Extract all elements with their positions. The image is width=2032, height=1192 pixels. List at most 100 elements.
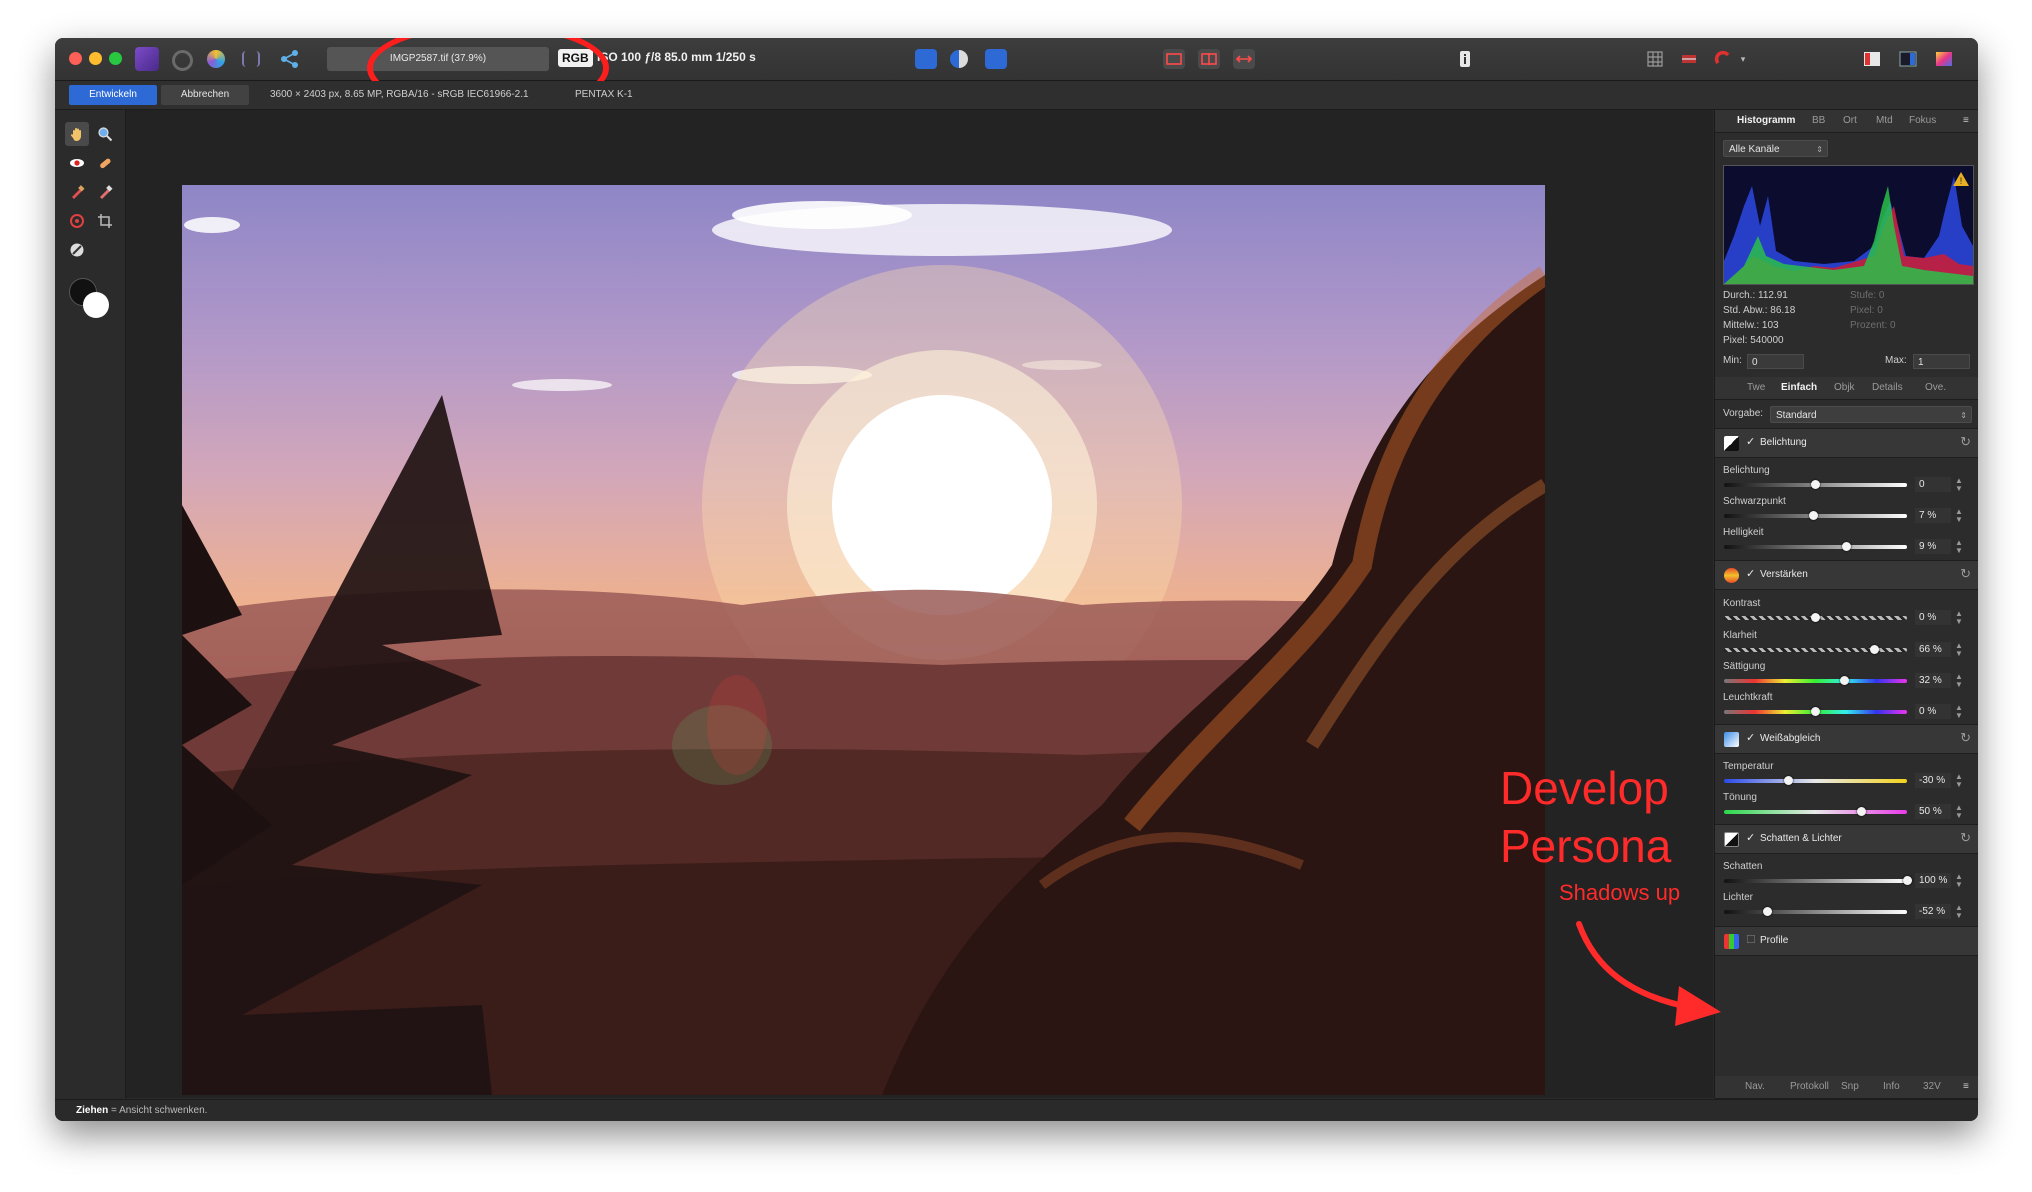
slider-value-input[interactable]: 9 % xyxy=(1915,539,1951,554)
zoom-window-button[interactable] xyxy=(109,52,122,65)
stepper-icon[interactable]: ▲ ▼ xyxy=(1955,539,1963,555)
stepper-icon[interactable]: ▲ ▼ xyxy=(1955,704,1963,720)
saturation-slider[interactable] xyxy=(1724,679,1907,683)
blemish-tool-icon[interactable] xyxy=(93,151,117,175)
cancel-button[interactable]: Abbrechen xyxy=(161,85,249,105)
stepper-icon[interactable]: ▲ ▼ xyxy=(1955,610,1963,626)
stepper-icon[interactable]: ▲ ▼ xyxy=(1955,804,1963,820)
slider-knob[interactable] xyxy=(1856,807,1866,816)
slider-value-input[interactable]: 100 % xyxy=(1915,873,1951,888)
canvas-area[interactable] xyxy=(126,110,1713,1098)
snapping-magnet-icon[interactable] xyxy=(1713,49,1733,69)
develop-button[interactable]: Entwickeln xyxy=(69,85,157,105)
clipping-shadows-icon[interactable] xyxy=(915,49,937,69)
slider-value-input[interactable]: 50 % xyxy=(1915,804,1951,819)
zoom-tool-icon[interactable] xyxy=(93,122,117,146)
crop-tool-icon[interactable] xyxy=(93,209,117,233)
slider-knob[interactable] xyxy=(1811,480,1820,489)
brightness-slider[interactable] xyxy=(1724,545,1907,549)
tab-snapshots[interactable]: Snp xyxy=(1841,1081,1859,1092)
slider-knob[interactable] xyxy=(1811,707,1820,716)
clarity-slider[interactable] xyxy=(1724,648,1907,652)
photo-persona-icon[interactable] xyxy=(135,47,159,71)
section-exposure-header[interactable]: ✓ Belichtung ↻ xyxy=(1715,428,1978,458)
tab-mtd[interactable]: Mtd xyxy=(1876,115,1893,126)
stepper-icon[interactable]: ▲ ▼ xyxy=(1955,508,1963,524)
red-eye-tool-icon[interactable] xyxy=(65,151,89,175)
exposure-enable-checkbox[interactable]: ✓ xyxy=(1746,435,1755,448)
studio-right-panel-icon[interactable] xyxy=(1898,49,1918,69)
overlay-gradient-tool-icon[interactable] xyxy=(65,209,89,233)
reset-icon[interactable]: ↻ xyxy=(1960,566,1971,582)
slider-knob[interactable] xyxy=(1902,876,1912,885)
slider-value-input[interactable]: -52 % xyxy=(1915,904,1951,919)
slider-value-input[interactable]: 32 % xyxy=(1915,673,1951,688)
tint-slider[interactable] xyxy=(1724,810,1907,814)
tone-mapping-persona-icon[interactable] xyxy=(242,51,260,67)
tab-navigator[interactable]: Nav. xyxy=(1745,1081,1765,1092)
slider-knob[interactable] xyxy=(1842,542,1852,551)
close-window-button[interactable] xyxy=(69,52,82,65)
section-shadows-highlights-header[interactable]: ✓ Schatten & Lichter ↻ xyxy=(1715,824,1978,854)
slider-knob[interactable] xyxy=(1783,776,1793,785)
split-view-icon[interactable] xyxy=(1163,49,1185,69)
stepper-icon[interactable]: ▲ ▼ xyxy=(1955,477,1963,493)
photo-canvas[interactable] xyxy=(182,185,1545,1095)
tab-histogram[interactable]: Histogramm xyxy=(1737,115,1795,126)
mirror-view-icon[interactable] xyxy=(1198,49,1220,69)
tab-twe[interactable]: Twe xyxy=(1747,382,1765,393)
stepper-icon[interactable]: ▲ ▼ xyxy=(1955,773,1963,789)
section-enhance-header[interactable]: ✓ Verstärken ↻ xyxy=(1715,560,1978,590)
panel-menu-icon[interactable]: ≡ xyxy=(1963,1081,1969,1092)
section-profiles-header[interactable]: ☐ Profile xyxy=(1715,926,1978,956)
color-panel-icon[interactable] xyxy=(1934,49,1954,69)
tab-fokus[interactable]: Fokus xyxy=(1909,115,1936,126)
stepper-icon[interactable]: ▲ ▼ xyxy=(1955,904,1963,920)
chevron-down-icon[interactable]: ▾ xyxy=(1737,49,1749,69)
tab-overlays[interactable]: Ove. xyxy=(1925,382,1946,393)
clipping-highlights-icon[interactable] xyxy=(985,49,1007,69)
slider-knob[interactable] xyxy=(1840,676,1850,685)
slider-knob[interactable] xyxy=(1809,511,1819,520)
slider-value-input[interactable]: 0 xyxy=(1915,477,1951,492)
secondary-color-swatch[interactable] xyxy=(83,292,109,318)
slider-value-input[interactable]: -30 % xyxy=(1915,773,1951,788)
slider-value-input[interactable]: 66 % xyxy=(1915,642,1951,657)
grid-icon[interactable] xyxy=(1645,49,1665,69)
tab-ort[interactable]: Ort xyxy=(1843,115,1857,126)
slider-value-input[interactable]: 7 % xyxy=(1915,508,1951,523)
tab-details[interactable]: Details xyxy=(1872,382,1903,393)
tab-32v[interactable]: 32V xyxy=(1923,1081,1941,1092)
stepper-icon[interactable]: ▲ ▼ xyxy=(1955,673,1963,689)
slider-knob[interactable] xyxy=(1811,613,1820,622)
minimize-window-button[interactable] xyxy=(89,52,102,65)
slider-knob[interactable] xyxy=(1869,645,1879,654)
develop-persona-icon[interactable] xyxy=(207,50,225,68)
min-input[interactable]: 0 xyxy=(1747,354,1804,369)
share-icon[interactable] xyxy=(280,49,300,69)
info-icon[interactable] xyxy=(1455,49,1475,69)
profiles-enable-checkbox[interactable]: ☐ xyxy=(1746,933,1756,946)
reset-icon[interactable]: ↻ xyxy=(1960,730,1971,746)
slider-value-input[interactable]: 0 % xyxy=(1915,610,1951,625)
stepper-icon[interactable]: ▲ ▼ xyxy=(1955,873,1963,889)
slider-value-input[interactable]: 0 % xyxy=(1915,704,1951,719)
shadows-slider[interactable] xyxy=(1724,879,1907,883)
tab-history[interactable]: Protokoll xyxy=(1790,1081,1829,1092)
max-input[interactable]: 1 xyxy=(1913,354,1970,369)
tab-bb[interactable]: BB xyxy=(1812,115,1825,126)
clipping-tones-icon[interactable] xyxy=(950,50,968,68)
overlay-paint-tool-icon[interactable] xyxy=(65,180,89,204)
highlights-slider[interactable] xyxy=(1724,910,1907,914)
compare-view-icon[interactable] xyxy=(1233,49,1255,69)
studio-left-panel-icon[interactable] xyxy=(1862,49,1882,69)
reset-icon[interactable]: ↻ xyxy=(1960,434,1971,450)
liquify-persona-icon[interactable] xyxy=(172,50,193,71)
white-balance-picker-icon[interactable] xyxy=(65,238,89,262)
view-tool-hand-icon[interactable] xyxy=(65,122,89,146)
panel-menu-icon[interactable]: ≡ xyxy=(1963,115,1969,126)
stepper-icon[interactable]: ▲ ▼ xyxy=(1955,642,1963,658)
reset-icon[interactable]: ↻ xyxy=(1960,830,1971,846)
shadows-highlights-enable-checkbox[interactable]: ✓ xyxy=(1746,831,1755,844)
enhance-enable-checkbox[interactable]: ✓ xyxy=(1746,567,1755,580)
